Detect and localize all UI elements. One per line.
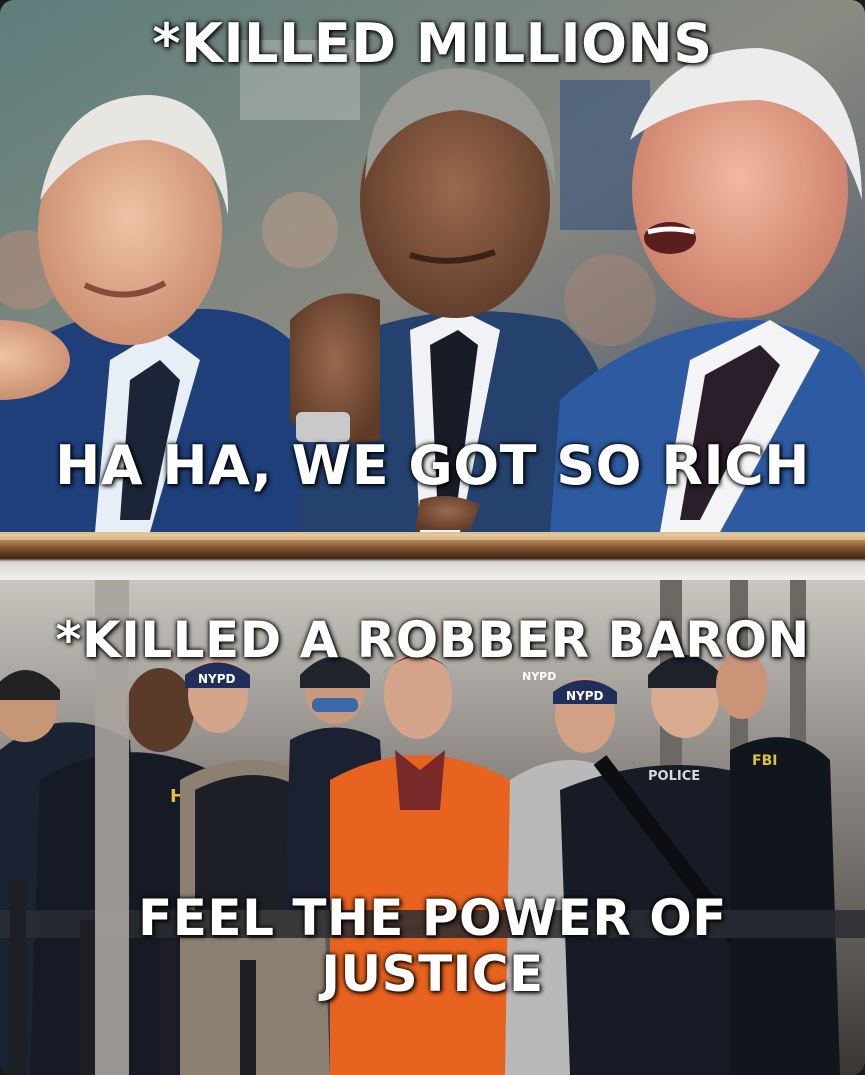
meme-image: *KILLED MILLIONS HA HA, WE GOT SO RICH N… [0,0,865,1075]
bottom-caption-robber-baron: *KILLED A ROBBER BARON [55,611,810,669]
badge-fbi: FBI [752,753,777,769]
caption-line-1: FEEL THE POWER OF [138,889,727,947]
cap-nypd-3: NYPD [522,670,556,683]
cap-nypd-2: NYPD [566,689,604,703]
caption-line-2: JUSTICE [321,945,544,1003]
cap-nypd-1: NYPD [198,672,236,686]
top-caption-so-rich: HA HA, WE GOT SO RICH [55,434,810,497]
top-caption-killed-millions: *KILLED MILLIONS [152,12,713,75]
top-photo-panel: *KILLED MILLIONS HA HA, WE GOT SO RICH [0,0,865,532]
panel-divider-railing [0,532,865,580]
bottom-caption-power-of-justice: FEEL THE POWER OF JUSTICE [0,890,865,1002]
vest-police: POLICE [648,769,700,784]
bottom-photo-panel: HSI NYPD NYPD [0,580,865,1075]
